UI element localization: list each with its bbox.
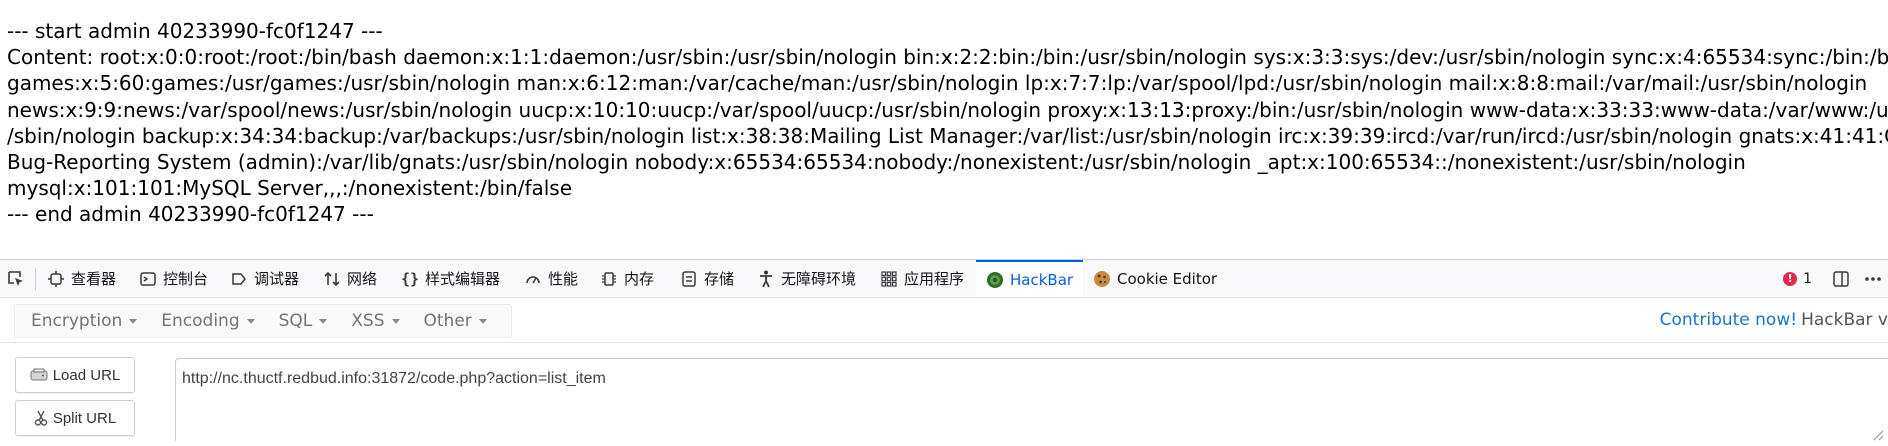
load-url-label: Load URL bbox=[52, 366, 121, 384]
hackbar-icon bbox=[986, 271, 1004, 289]
menu-encoding[interactable]: Encoding bbox=[153, 311, 262, 331]
element-picker-icon[interactable] bbox=[6, 269, 26, 289]
tab-debugger[interactable]: 调试器 bbox=[230, 260, 299, 297]
caret-down-icon bbox=[129, 318, 138, 324]
network-icon bbox=[323, 270, 341, 288]
menu-label: XSS bbox=[351, 311, 385, 331]
devtools-tabbar: 查看器 控制台 调试器 网络 {} 样式编辑器 性能 内存 存储 无障碍环境 应… bbox=[0, 260, 1888, 298]
menu-label: Encryption bbox=[31, 311, 123, 331]
output-line: mysql:x:101:101:MySQL Server,,,:/nonexis… bbox=[7, 176, 573, 201]
menu-encryption[interactable]: Encryption bbox=[23, 311, 145, 331]
tab-label: 应用程序 bbox=[904, 270, 965, 288]
menu-sql[interactable]: SQL bbox=[271, 311, 336, 331]
split-url-label: Split URL bbox=[52, 409, 117, 427]
tab-cookie-editor[interactable]: Cookie Editor bbox=[1093, 260, 1217, 297]
caret-down-icon bbox=[391, 318, 400, 324]
load-url-icon bbox=[30, 368, 48, 382]
tab-network[interactable]: 网络 bbox=[323, 260, 377, 297]
style-editor-icon: {} bbox=[400, 269, 420, 288]
tab-hackbar[interactable]: HackBar bbox=[976, 260, 1084, 297]
hackbar-menubar: Encryption Encoding SQL XSS Other Contri… bbox=[0, 298, 1888, 343]
tabbar-divider bbox=[35, 268, 36, 290]
tab-style-editor[interactable]: {} 样式编辑器 bbox=[401, 260, 500, 297]
tab-label: 查看器 bbox=[71, 270, 117, 288]
tab-label: 控制台 bbox=[163, 270, 209, 288]
menu-label: Other bbox=[423, 311, 472, 331]
error-count: 1 bbox=[1803, 270, 1812, 287]
contribute-area: Contribute now! HackBar v bbox=[1660, 298, 1888, 342]
tab-label: 无障碍环境 bbox=[781, 270, 857, 288]
menu-label: Encoding bbox=[161, 311, 240, 331]
accessibility-icon bbox=[757, 270, 775, 288]
hackbar-menu-group: Encryption Encoding SQL XSS Other bbox=[14, 304, 512, 338]
tab-label: 样式编辑器 bbox=[425, 270, 501, 288]
error-icon: ! bbox=[1783, 271, 1798, 286]
output-line: Bug-Reporting System (admin):/var/lib/gn… bbox=[7, 150, 1746, 175]
load-url-button[interactable]: Load URL bbox=[15, 357, 135, 393]
debugger-icon bbox=[230, 270, 248, 288]
url-value: http://nc.thuctf.redbud.info:31872/code.… bbox=[182, 370, 606, 387]
hackbar-version: HackBar v bbox=[1801, 310, 1888, 330]
devtools-panel: 查看器 控制台 调试器 网络 {} 样式编辑器 性能 内存 存储 无障碍环境 应… bbox=[0, 259, 1888, 441]
output-line: --- start admin 40233990-fc0f1247 --- bbox=[7, 19, 383, 43]
tab-memory[interactable]: 内存 bbox=[600, 260, 654, 297]
caret-down-icon bbox=[478, 318, 487, 324]
page-output: --- start admin 40233990-fc0f1247 --- Co… bbox=[0, 0, 1888, 259]
scissors-icon bbox=[34, 410, 48, 426]
devtools-right-controls: ! 1 bbox=[1783, 260, 1888, 297]
storage-icon bbox=[680, 270, 698, 288]
menu-xss[interactable]: XSS bbox=[343, 311, 407, 331]
caret-down-icon bbox=[246, 318, 255, 324]
tab-application[interactable]: 应用程序 bbox=[880, 260, 964, 297]
tab-label: 调试器 bbox=[254, 270, 300, 288]
menu-label: SQL bbox=[278, 311, 313, 331]
dock-toggle-icon[interactable] bbox=[1832, 270, 1850, 288]
resize-grip-icon[interactable] bbox=[1870, 427, 1884, 441]
menu-other[interactable]: Other bbox=[416, 311, 495, 331]
output-line: games:x:5:60:games:/usr/games:/usr/sbin/… bbox=[7, 71, 1868, 96]
tab-label: Cookie Editor bbox=[1117, 269, 1218, 288]
tab-inspector[interactable]: 查看器 bbox=[47, 260, 116, 297]
performance-icon bbox=[524, 270, 542, 288]
tab-accessibility[interactable]: 无障碍环境 bbox=[757, 260, 856, 297]
tab-storage[interactable]: 存储 bbox=[680, 260, 734, 297]
application-icon bbox=[880, 270, 898, 288]
tab-performance[interactable]: 性能 bbox=[524, 260, 578, 297]
tab-label: 性能 bbox=[548, 270, 579, 288]
hackbar-body: Load URL Split URL http://nc.thuctf.redb… bbox=[0, 343, 1888, 441]
error-indicator[interactable]: ! 1 bbox=[1783, 271, 1812, 287]
output-line: /sbin/nologin backup:x:34:34:backup:/var… bbox=[7, 123, 1888, 148]
tab-label: 内存 bbox=[624, 270, 655, 288]
cookie-icon bbox=[1093, 270, 1111, 288]
output-line: news:x:9:9:news:/var/spool/news:/usr/sbi… bbox=[7, 97, 1888, 122]
output-line: --- end admin 40233990-fc0f1247 --- bbox=[7, 202, 374, 227]
caret-down-icon bbox=[319, 318, 328, 324]
console-icon bbox=[139, 270, 157, 288]
inspector-icon bbox=[47, 270, 65, 288]
contribute-link[interactable]: Contribute now! bbox=[1660, 310, 1797, 330]
tab-label: HackBar bbox=[1010, 270, 1074, 289]
split-url-button[interactable]: Split URL bbox=[15, 400, 135, 436]
tab-label: 网络 bbox=[347, 270, 378, 288]
tab-label: 存储 bbox=[704, 270, 735, 288]
tab-console[interactable]: 控制台 bbox=[139, 260, 208, 297]
memory-icon bbox=[600, 270, 618, 288]
more-options-icon[interactable] bbox=[1864, 270, 1882, 288]
url-input[interactable]: http://nc.thuctf.redbud.info:31872/code.… bbox=[175, 358, 1888, 441]
output-line: Content: root:x:0:0:root:/root:/bin/bash… bbox=[7, 45, 1888, 70]
